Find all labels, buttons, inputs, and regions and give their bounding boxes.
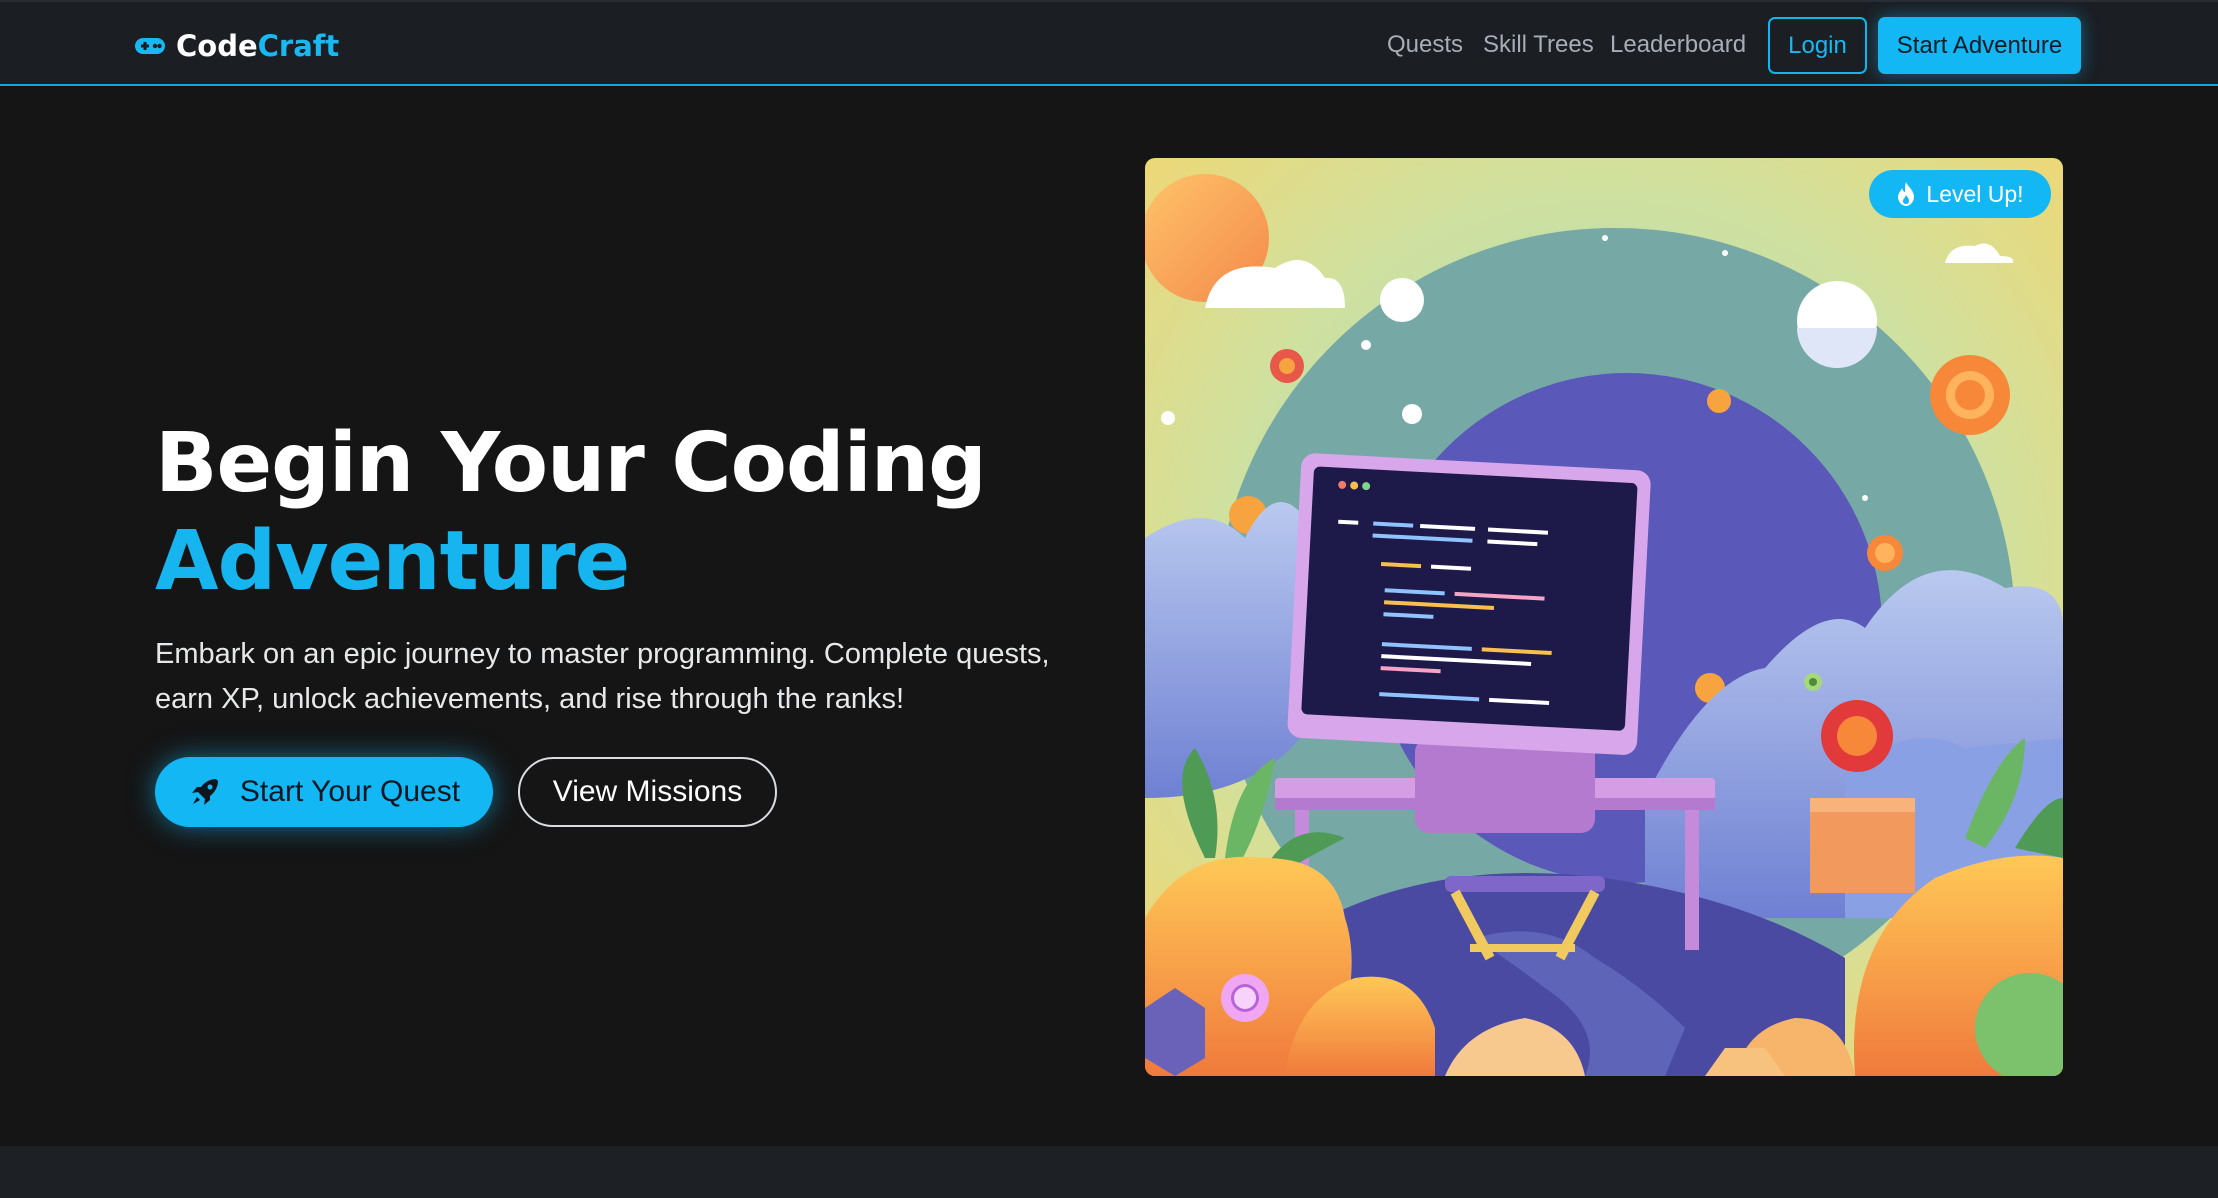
hero-subtitle: Embark on an epic journey to master prog…	[155, 638, 1050, 715]
start-adventure-button[interactable]: Start Adventure	[1878, 17, 2081, 74]
nav-link-skill-trees[interactable]: Skill Trees	[1483, 31, 1594, 59]
footer-strip	[0, 1146, 2218, 1198]
coding-desk-illustration	[1145, 158, 2063, 1076]
hero-title-line1: Begin Your Coding	[155, 416, 987, 511]
hero-title: Begin Your Coding Adventure	[155, 415, 987, 611]
nav-link-quests[interactable]: Quests	[1387, 31, 1463, 59]
top-navbar: CodeCraft Quests Skill Trees Leaderboard…	[0, 0, 2218, 86]
level-up-label: Level Up!	[1926, 180, 2024, 207]
login-button[interactable]: Login	[1768, 17, 1867, 74]
start-quest-label: Start Your Quest	[239, 775, 461, 808]
start-quest-button[interactable]: Start Your Quest	[155, 757, 493, 827]
level-up-badge: Level Up!	[1869, 170, 2051, 218]
gamepad-icon	[135, 38, 165, 54]
nav-link-leaderboard[interactable]: Leaderboard	[1610, 31, 1746, 59]
flame-icon	[1898, 182, 1915, 206]
brand-name-code: Code	[176, 29, 258, 63]
brand-logo[interactable]: CodeCraft	[134, 28, 339, 64]
hero-illustration	[1145, 158, 2063, 1076]
view-missions-button[interactable]: View Missions	[518, 757, 777, 827]
brand-name-craft: Craft	[257, 29, 340, 63]
hero-title-line2: Adventure	[155, 514, 630, 609]
rocket-icon	[191, 779, 218, 805]
